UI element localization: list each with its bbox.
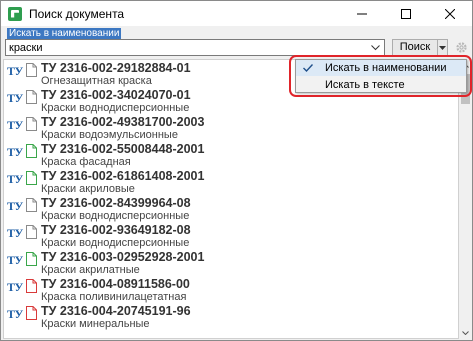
document-code: ТУ 2316-004-08911586-00 — [41, 277, 190, 291]
gear-icon — [456, 42, 467, 53]
menu-item-search-in-text[interactable]: Искать в тексте — [296, 77, 466, 93]
document-icon — [26, 306, 37, 320]
search-history-dropdown[interactable] — [367, 40, 384, 55]
document-name: Краски воднодисперсионные — [41, 102, 190, 114]
list-item[interactable]: ТУ ТУ 2316-004-08911586-00 Краска поливини… — [4, 276, 458, 303]
document-code: ТУ 2316-002-34024070-01 — [41, 88, 191, 102]
document-icon — [26, 63, 37, 77]
standard-badge: ТУ — [7, 91, 23, 105]
search-button[interactable]: Поиск — [392, 39, 438, 56]
minimize-icon — [357, 13, 367, 14]
document-name: Краски минеральные — [41, 318, 150, 330]
document-icon — [26, 279, 37, 293]
list-item[interactable]: ТУ ТУ 2316-004-20745191-96 Краски минераль… — [4, 303, 458, 330]
standard-badge: ТУ — [7, 307, 23, 321]
document-name: Краски акриловые — [41, 183, 135, 195]
document-icon — [26, 171, 37, 185]
minimize-button[interactable] — [340, 1, 384, 26]
maximize-button[interactable] — [384, 1, 428, 26]
document-code: ТУ 2316-002-29182884-01 — [41, 61, 191, 75]
title-bar: Поиск документа — [1, 1, 472, 26]
document-name: Краска поливинилацетатная — [41, 291, 187, 303]
results-scrollbar[interactable] — [459, 59, 472, 339]
document-name: Огнезащитная краска — [41, 75, 152, 87]
document-name: Краски воднодисперсионные — [41, 210, 190, 222]
list-item[interactable]: ТУ ТУ 2316-003-02952928-2001 Краски акрила… — [4, 249, 458, 276]
search-input[interactable] — [6, 40, 362, 56]
app-icon — [8, 6, 22, 21]
document-name: Краски воднодисперсионные — [41, 237, 190, 249]
document-icon — [26, 198, 37, 212]
search-row: Поиск — [5, 39, 471, 57]
document-code: ТУ 2316-002-55008448-2001 — [41, 142, 205, 156]
menu-item-search-in-name[interactable]: Искать в наименовании — [296, 60, 466, 76]
document-icon — [26, 252, 37, 266]
search-document-window: Поиск документа Искать в наименовании По… — [0, 0, 473, 341]
list-item[interactable]: ТУ ТУ 2316-002-49381700-2003 Краски водоэм… — [4, 114, 458, 141]
close-icon — [445, 8, 455, 19]
document-name: Краска фасадная — [41, 156, 131, 168]
standard-badge: ТУ — [7, 172, 23, 186]
document-icon — [26, 90, 37, 104]
standard-badge: ТУ — [7, 199, 23, 213]
standard-badge: ТУ — [7, 118, 23, 132]
standard-badge: ТУ — [7, 226, 23, 240]
document-code: ТУ 2316-002-84399964-08 — [41, 196, 191, 210]
document-icon — [26, 117, 37, 131]
document-icon — [26, 225, 37, 239]
settings-button[interactable] — [452, 39, 471, 56]
standard-badge: ТУ — [7, 253, 23, 267]
document-name: Краски водоэмульсионные — [41, 129, 178, 141]
standard-badge: ТУ — [7, 145, 23, 159]
checkmark-icon — [301, 61, 315, 75]
document-code: ТУ 2316-002-61861408-2001 — [41, 169, 205, 183]
list-item[interactable]: ТУ ТУ 2316-002-84399964-08 Краски воднодис… — [4, 195, 458, 222]
list-item[interactable]: ТУ ТУ 2316-002-93649182-08 Краски воднодис… — [4, 222, 458, 249]
maximize-icon — [401, 8, 411, 19]
document-code: ТУ 2316-003-02952928-2001 — [41, 250, 205, 264]
caret-down-icon — [439, 45, 446, 50]
window-title: Поиск документа — [29, 6, 125, 21]
list-item[interactable]: ТУ ТУ 2316-002-61861408-2001 Краски акрило… — [4, 168, 458, 195]
document-code: ТУ 2316-002-49381700-2003 — [41, 115, 205, 129]
menu-item-label: Искать в наименовании — [325, 62, 447, 74]
scroll-down-icon — [462, 330, 469, 335]
list-item[interactable]: ТУ ТУ 2316-002-55008448-2001 Краска фасадн… — [4, 141, 458, 168]
search-combobox[interactable] — [5, 39, 385, 56]
search-mode-menu: Искать в наименовании Искать в тексте — [295, 59, 467, 93]
chevron-down-icon — [371, 44, 380, 50]
standard-badge: ТУ — [7, 64, 23, 78]
standard-badge: ТУ — [7, 280, 23, 294]
document-code: ТУ 2316-004-20745191-96 — [41, 304, 191, 318]
scroll-down-button[interactable] — [459, 326, 472, 339]
document-name: Краски акрилатные — [41, 264, 140, 276]
search-options-dropdown[interactable] — [437, 39, 448, 56]
document-icon — [26, 144, 37, 158]
close-button[interactable] — [428, 1, 472, 26]
window-controls — [340, 1, 472, 26]
document-code: ТУ 2316-002-93649182-08 — [41, 223, 191, 237]
results-list: ТУ ТУ 2316-002-29182884-01 Огнезащитная кр… — [3, 59, 459, 339]
menu-item-label: Искать в тексте — [325, 79, 405, 91]
